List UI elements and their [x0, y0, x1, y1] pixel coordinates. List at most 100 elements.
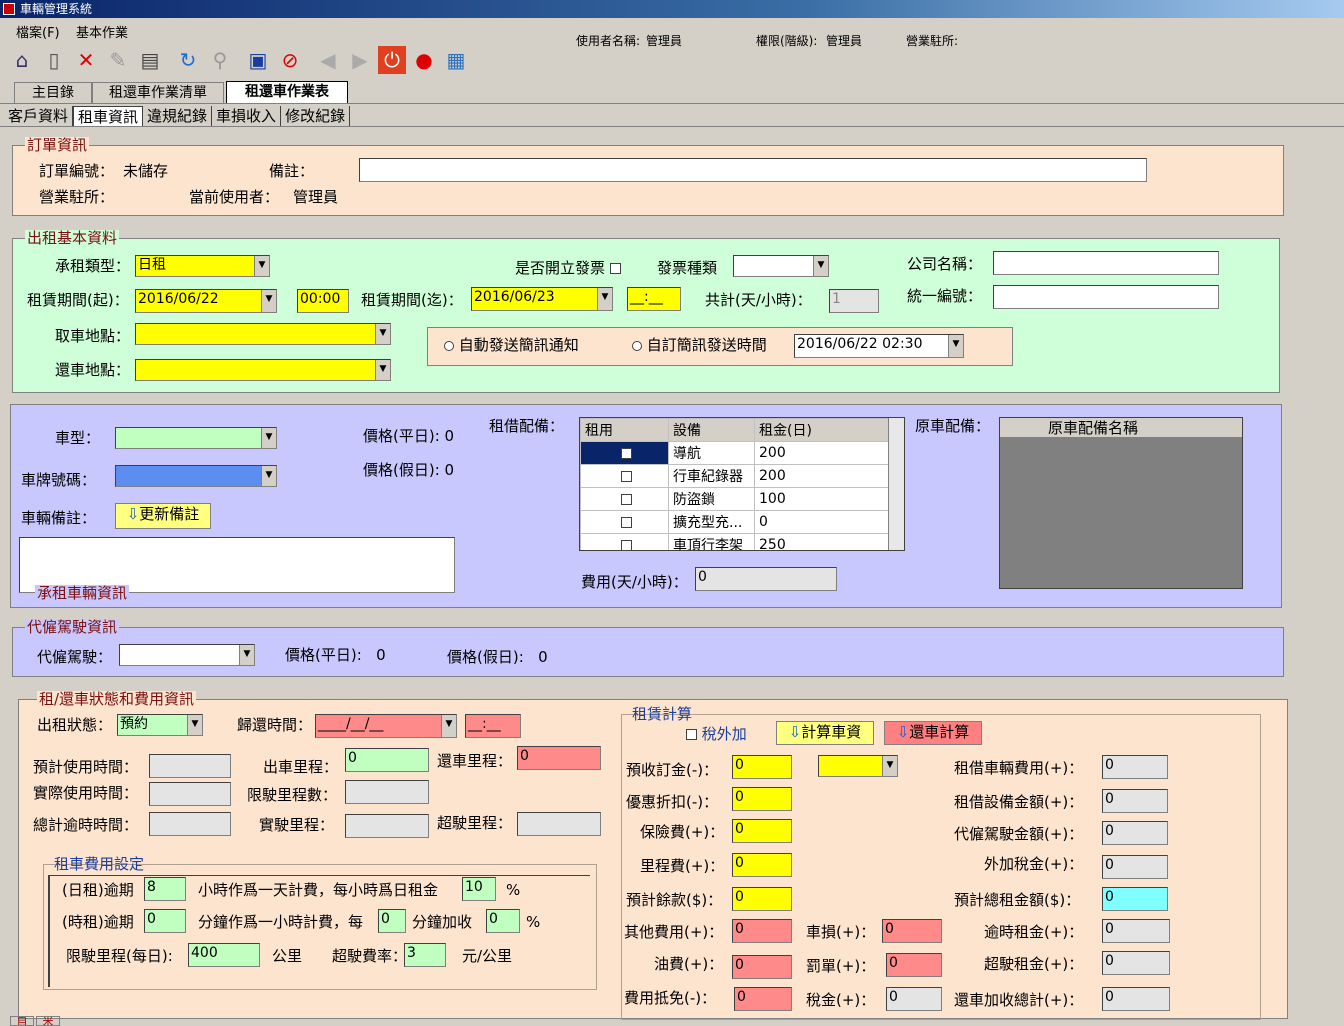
- search-icon[interactable]: ⚲: [206, 46, 234, 74]
- balance-input[interactable]: 0: [732, 887, 792, 911]
- return-time-input[interactable]: __:__: [465, 714, 521, 738]
- subtab-violation[interactable]: 違規紀錄: [143, 106, 213, 126]
- print-icon[interactable]: ▤: [136, 46, 164, 74]
- return-calc-button[interactable]: ⇩還車計算: [884, 721, 982, 745]
- hour-pct-input[interactable]: 0: [486, 909, 520, 933]
- table-row[interactable]: 車頂行李架 250: [580, 533, 890, 550]
- pickup-select[interactable]: ▼: [135, 323, 391, 345]
- equip-header-name[interactable]: 設備: [668, 418, 755, 442]
- tax-option[interactable]: 稅外加: [686, 725, 747, 743]
- sms-custom-radio[interactable]: [632, 340, 642, 351]
- start-time-input[interactable]: 00:00: [297, 289, 349, 313]
- fine-input[interactable]: 0: [886, 953, 942, 977]
- sms-time-input[interactable]: 2016/06/22 02:30 ▼: [794, 334, 964, 358]
- company-input[interactable]: [993, 251, 1219, 275]
- tab-list[interactable]: 租還車作業清單: [92, 82, 224, 104]
- day-overdue-input[interactable]: 8: [144, 877, 186, 901]
- equip-scrollbar[interactable]: [888, 418, 904, 550]
- chevron-down-icon[interactable]: ▼: [239, 645, 254, 665]
- km-fee-input[interactable]: 0: [732, 853, 792, 877]
- equip-checkbox[interactable]: [621, 470, 632, 482]
- chevron-down-icon[interactable]: ▼: [261, 466, 276, 486]
- table-row[interactable]: 行車紀錄器 200: [580, 464, 890, 488]
- subtab-customer[interactable]: 客戶資料: [4, 106, 74, 126]
- orig-equip-grid[interactable]: 原車配備名稱: [999, 417, 1243, 589]
- equip-header-rent[interactable]: 租用: [580, 418, 669, 442]
- subtab-damage[interactable]: 車損收入: [212, 106, 282, 126]
- update-note-button[interactable]: ⇩更新備註: [115, 503, 211, 529]
- chevron-down-icon[interactable]: ▼: [948, 335, 963, 357]
- day-pct-input[interactable]: 10: [462, 877, 496, 901]
- new-document-icon[interactable]: ▯: [40, 46, 68, 74]
- discount-input[interactable]: 0: [732, 787, 792, 811]
- alarm-icon[interactable]: ●: [410, 46, 438, 74]
- home-icon[interactable]: ⌂: [8, 46, 36, 74]
- over-rate-input[interactable]: 3: [404, 943, 446, 967]
- offset-input[interactable]: 0: [734, 987, 792, 1011]
- deposit-type-select[interactable]: ▼: [818, 755, 898, 777]
- equip-checkbox[interactable]: [621, 516, 632, 528]
- bottom-button-2[interactable]: 米: [36, 1016, 60, 1026]
- chevron-down-icon[interactable]: ▼: [261, 290, 276, 312]
- other-fee-input[interactable]: 0: [732, 919, 792, 943]
- driver-select[interactable]: ▼: [119, 644, 255, 666]
- menu-file[interactable]: 檔案(F): [16, 22, 60, 41]
- limit-daily-input[interactable]: 400: [188, 943, 260, 967]
- table-row[interactable]: 擴充型充... 0: [580, 510, 890, 534]
- edit-pencil-icon[interactable]: ✎: [104, 46, 132, 74]
- invoice-type-select[interactable]: ▼: [733, 255, 829, 277]
- start-date-input[interactable]: 2016/06/22 ▼: [135, 289, 277, 313]
- note-input[interactable]: [359, 158, 1147, 182]
- chevron-down-icon[interactable]: ▼: [597, 288, 612, 310]
- subtab-history[interactable]: 修改紀錄: [281, 106, 351, 126]
- chevron-down-icon[interactable]: ▼: [261, 428, 276, 448]
- tax-checkbox[interactable]: [686, 729, 697, 740]
- rent-type-select[interactable]: 日租 ▼: [135, 255, 270, 277]
- sms-auto-radio[interactable]: [444, 340, 454, 351]
- insurance-input[interactable]: 0: [732, 819, 792, 843]
- rent-status-select[interactable]: 預約 ▼: [117, 714, 203, 736]
- tab-main[interactable]: 主目錄: [14, 82, 92, 104]
- chevron-down-icon[interactable]: ▼: [375, 324, 390, 344]
- table-row[interactable]: 導航 200: [580, 441, 890, 465]
- hour-mins-input[interactable]: 0: [378, 909, 406, 933]
- plate-select[interactable]: ▼: [115, 465, 277, 487]
- return-date-input[interactable]: ____/__/__ ▼: [315, 714, 457, 738]
- equip-checkbox[interactable]: [621, 493, 632, 505]
- refresh-icon[interactable]: ↻: [174, 46, 202, 74]
- hour-overdue-input[interactable]: 0: [144, 909, 186, 933]
- tab-form[interactable]: 租還車作業表: [226, 81, 348, 104]
- back-arrow-icon[interactable]: ◀: [314, 46, 342, 74]
- sms-auto-option[interactable]: 自動發送簡訊通知: [444, 336, 579, 354]
- equip-header-price[interactable]: 租金(日): [754, 418, 890, 442]
- power-icon[interactable]: ⏻: [378, 46, 406, 74]
- taxid-input[interactable]: [993, 285, 1219, 309]
- invoice-checkbox[interactable]: [609, 263, 621, 274]
- calc-fare-button[interactable]: ⇩計算車資: [776, 721, 874, 745]
- end-time-input[interactable]: __:__: [627, 287, 681, 311]
- equip-checkbox[interactable]: [621, 447, 632, 459]
- cancel-icon[interactable]: ⊘: [276, 46, 304, 74]
- subtab-rental[interactable]: 租車資訊: [73, 106, 144, 126]
- table-row[interactable]: 防盜鎖 100: [580, 487, 890, 511]
- chevron-down-icon[interactable]: ▼: [441, 715, 456, 737]
- chevron-down-icon[interactable]: ▼: [882, 756, 897, 776]
- chevron-down-icon[interactable]: ▼: [375, 360, 390, 380]
- forward-arrow-icon[interactable]: ▶: [346, 46, 374, 74]
- sms-custom-option[interactable]: 自訂簡訊發送時間: [632, 336, 767, 354]
- chevron-down-icon[interactable]: ▼: [254, 256, 269, 276]
- chevron-down-icon[interactable]: ▼: [187, 715, 202, 735]
- delete-icon[interactable]: ✕: [72, 46, 100, 74]
- equip-checkbox[interactable]: [621, 539, 632, 550]
- menu-basic[interactable]: 基本作業: [76, 22, 128, 41]
- return-place-select[interactable]: ▼: [135, 359, 391, 381]
- bottom-button-1[interactable]: 自: [10, 1016, 34, 1026]
- image-icon[interactable]: ▦: [442, 46, 470, 74]
- fuel-input[interactable]: 0: [732, 955, 792, 979]
- save-icon[interactable]: ▣: [244, 46, 272, 74]
- chevron-down-icon[interactable]: ▼: [813, 256, 828, 276]
- end-date-input[interactable]: 2016/06/23 ▼: [471, 287, 613, 311]
- deposit-input[interactable]: 0: [732, 755, 792, 779]
- damage-input[interactable]: 0: [882, 919, 942, 943]
- out-km-input[interactable]: 0: [345, 748, 429, 772]
